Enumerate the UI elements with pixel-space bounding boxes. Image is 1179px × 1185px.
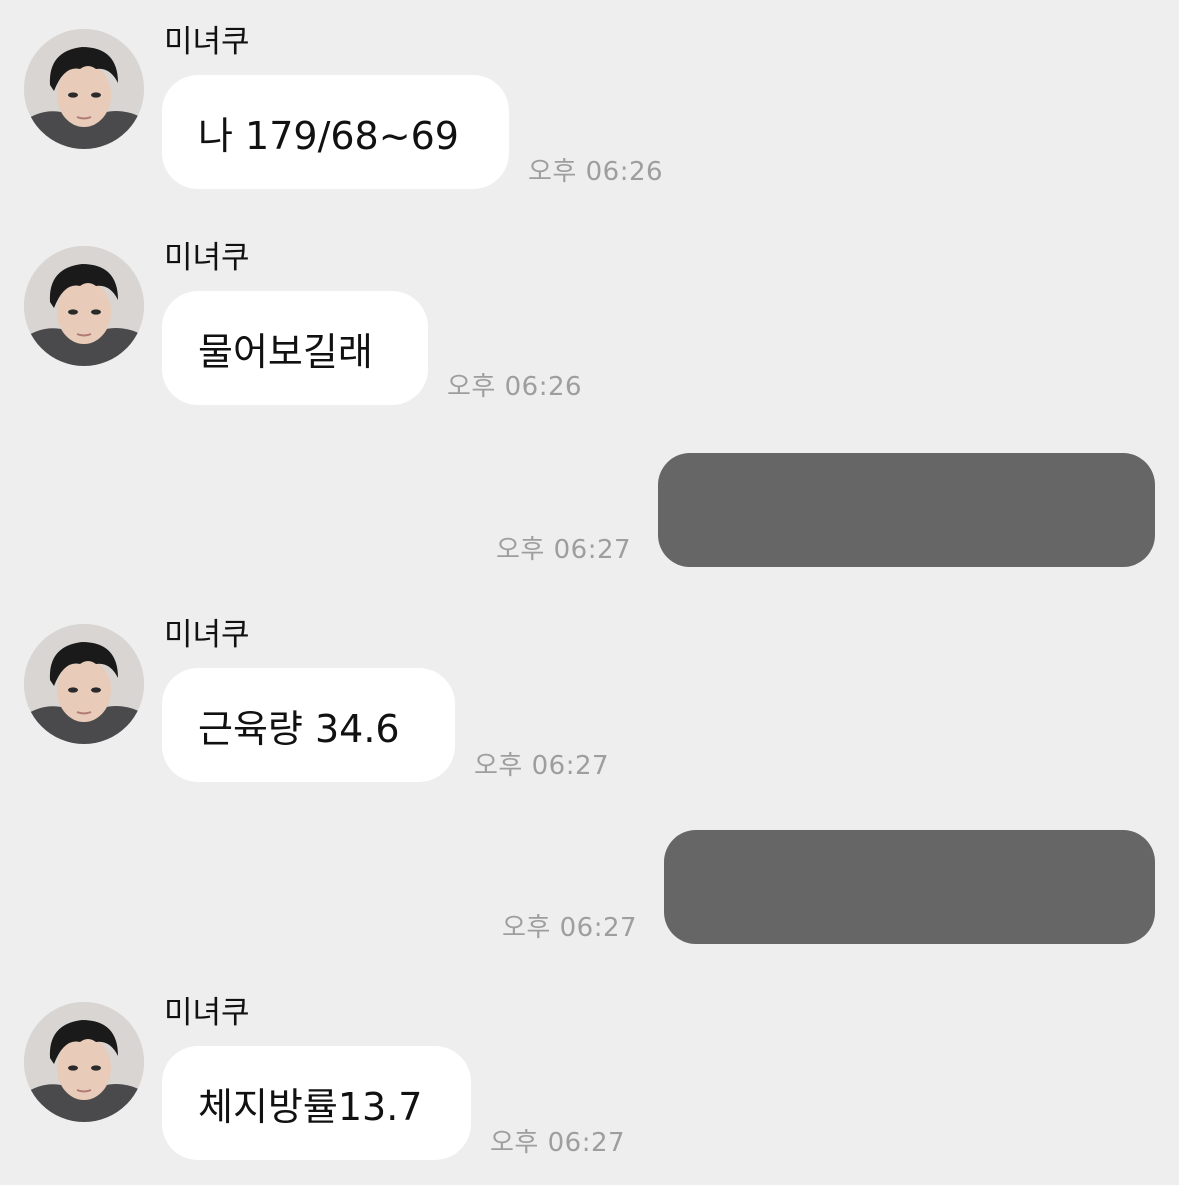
message-timestamp: 오후 06:27 [496,535,632,565]
message-timestamp: 오후 06:27 [474,751,610,781]
sender-avatar[interactable] [24,29,144,149]
sender-name: 미녀쿠 [164,240,250,276]
outgoing-message-bubble-redacted[interactable] [658,453,1155,567]
avatar-photo-icon [24,624,144,744]
sender-name: 미녀쿠 [164,995,250,1031]
incoming-message-bubble[interactable]: 체지방률13.7 [162,1046,471,1160]
sender-name: 미녀쿠 [164,24,250,60]
avatar-photo-icon [24,29,144,149]
sender-avatar[interactable] [24,624,144,744]
incoming-message-bubble[interactable]: 물어보길래 [162,291,428,405]
incoming-message-bubble[interactable]: 나 179/68~69 [162,75,509,189]
incoming-message-bubble[interactable]: 근육량 34.6 [162,668,455,782]
message-timestamp: 오후 06:27 [502,913,638,943]
message-timestamp: 오후 06:26 [447,372,583,402]
sender-avatar[interactable] [24,246,144,366]
sender-name: 미녀쿠 [164,617,250,653]
message-timestamp: 오후 06:27 [490,1128,626,1158]
message-timestamp: 오후 06:26 [528,157,664,187]
avatar-photo-icon [24,1002,144,1122]
avatar-photo-icon [24,246,144,366]
sender-avatar[interactable] [24,1002,144,1122]
outgoing-message-bubble-redacted[interactable] [664,830,1155,944]
